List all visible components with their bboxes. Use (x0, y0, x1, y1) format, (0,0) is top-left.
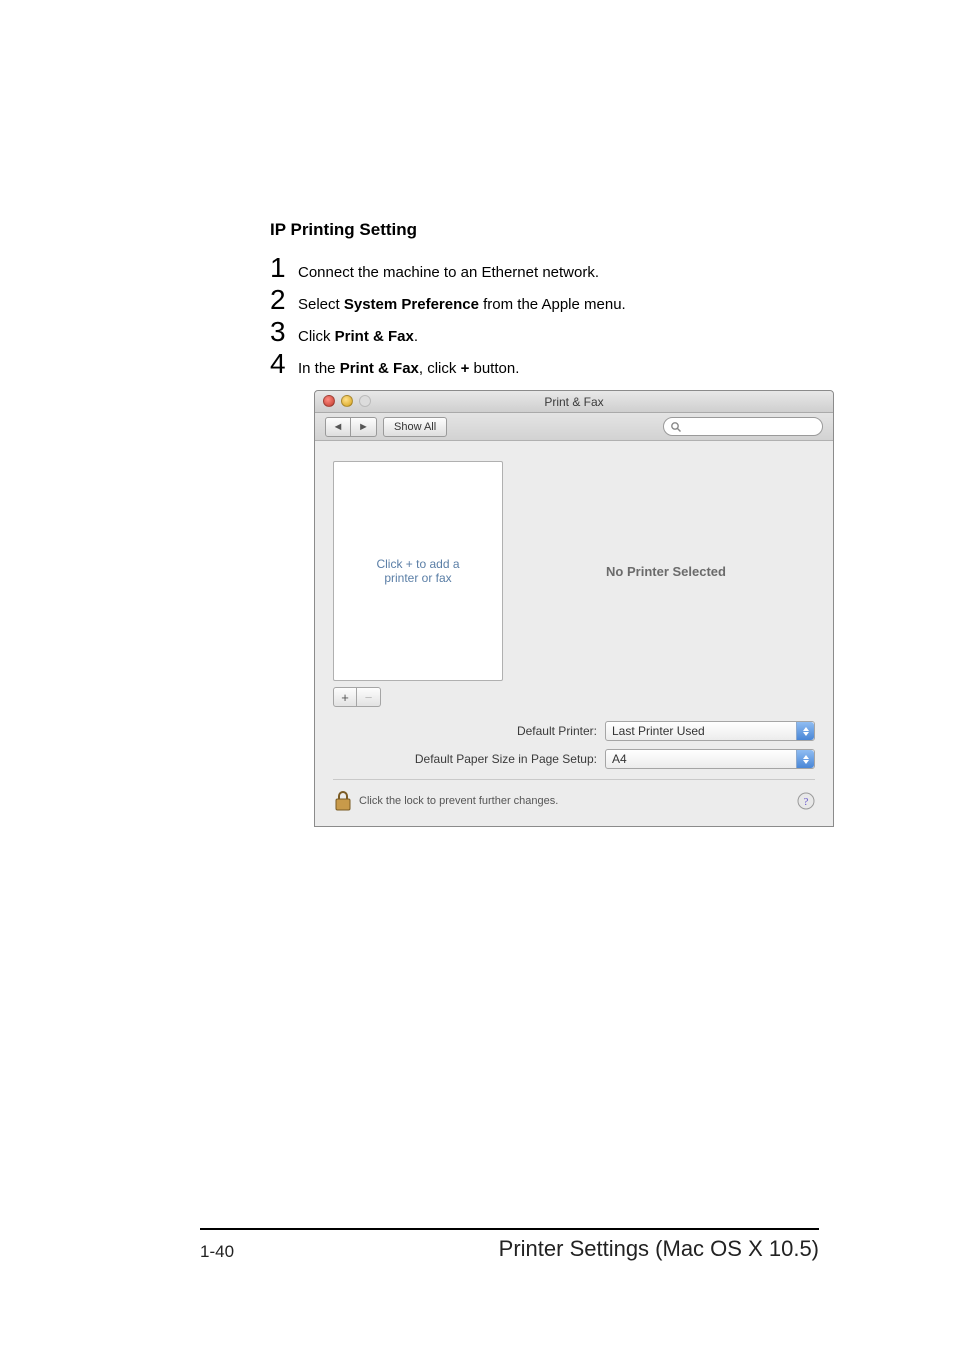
updown-arrows-icon (796, 722, 814, 740)
step-text: Connect the machine to an Ethernet netwo… (298, 264, 599, 281)
search-input[interactable] (663, 417, 823, 436)
prefs-window: Print & Fax ◄ ► Show All Click + to add … (314, 390, 834, 827)
show-all-button[interactable]: Show All (383, 417, 447, 437)
add-remove-segment: + − (333, 687, 815, 707)
lock-text: Click the lock to prevent further change… (359, 795, 558, 807)
form-rows: Default Printer: Last Printer Used Defau… (333, 721, 815, 769)
page-number: 1-40 (200, 1242, 234, 1262)
paper-size-popup[interactable]: A4 (605, 749, 815, 769)
paper-size-row: Default Paper Size in Page Setup: A4 (333, 749, 815, 769)
footer-separator (200, 1228, 819, 1230)
window-titlebar: Print & Fax (315, 391, 833, 413)
toolbar: ◄ ► Show All (315, 413, 833, 441)
step-3: 3 Click Print & Fax. (270, 318, 819, 346)
search-icon (670, 421, 682, 433)
window-body: Click + to add a printer or fax No Print… (315, 441, 833, 826)
step-text: Click Print & Fax. (298, 328, 418, 345)
default-printer-popup[interactable]: Last Printer Used (605, 721, 815, 741)
printer-list[interactable]: Click + to add a printer or fax (333, 461, 503, 681)
step-1: 1 Connect the machine to an Ethernet net… (270, 254, 819, 282)
section-heading: IP Printing Setting (270, 220, 819, 240)
paper-size-value: A4 (612, 752, 627, 766)
lock-row: Click the lock to prevent further change… (333, 779, 815, 812)
minimize-icon[interactable] (341, 395, 353, 407)
add-printer-button[interactable]: + (333, 687, 357, 707)
step-text: In the Print & Fax, click + button. (298, 360, 519, 377)
traffic-lights (323, 395, 371, 407)
zoom-icon[interactable] (359, 395, 371, 407)
printer-list-placeholder: Click + to add a printer or fax (376, 557, 459, 585)
step-number: 1 (270, 254, 298, 282)
svg-text:?: ? (804, 796, 809, 808)
step-number: 4 (270, 350, 298, 378)
default-printer-row: Default Printer: Last Printer Used (333, 721, 815, 741)
window-title: Print & Fax (315, 395, 833, 409)
page: IP Printing Setting 1 Connect the machin… (0, 0, 954, 1350)
back-button[interactable]: ◄ (325, 417, 351, 437)
printer-detail-pane: No Printer Selected (517, 461, 815, 681)
section-title-footer: Printer Settings (Mac OS X 10.5) (499, 1236, 819, 1262)
forward-button[interactable]: ► (351, 417, 377, 437)
updown-arrows-icon (796, 750, 814, 768)
lock-icon[interactable] (333, 790, 353, 812)
remove-printer-button: − (357, 687, 381, 707)
step-text: Select System Preference from the Apple … (298, 296, 626, 313)
paper-size-label: Default Paper Size in Page Setup: (415, 752, 597, 766)
step-2: 2 Select System Preference from the Appl… (270, 286, 819, 314)
step-number: 3 (270, 318, 298, 346)
screenshot-wrapper: Print & Fax ◄ ► Show All Click + to add … (314, 390, 819, 827)
step-4: 4 In the Print & Fax, click + button. (270, 350, 819, 378)
default-printer-value: Last Printer Used (612, 724, 705, 738)
printer-row: Click + to add a printer or fax No Print… (333, 461, 815, 681)
step-number: 2 (270, 286, 298, 314)
no-printer-label: No Printer Selected (606, 564, 726, 579)
help-icon[interactable]: ? (797, 792, 815, 810)
default-printer-label: Default Printer: (517, 724, 597, 738)
nav-segment: ◄ ► (325, 417, 377, 437)
close-icon[interactable] (323, 395, 335, 407)
